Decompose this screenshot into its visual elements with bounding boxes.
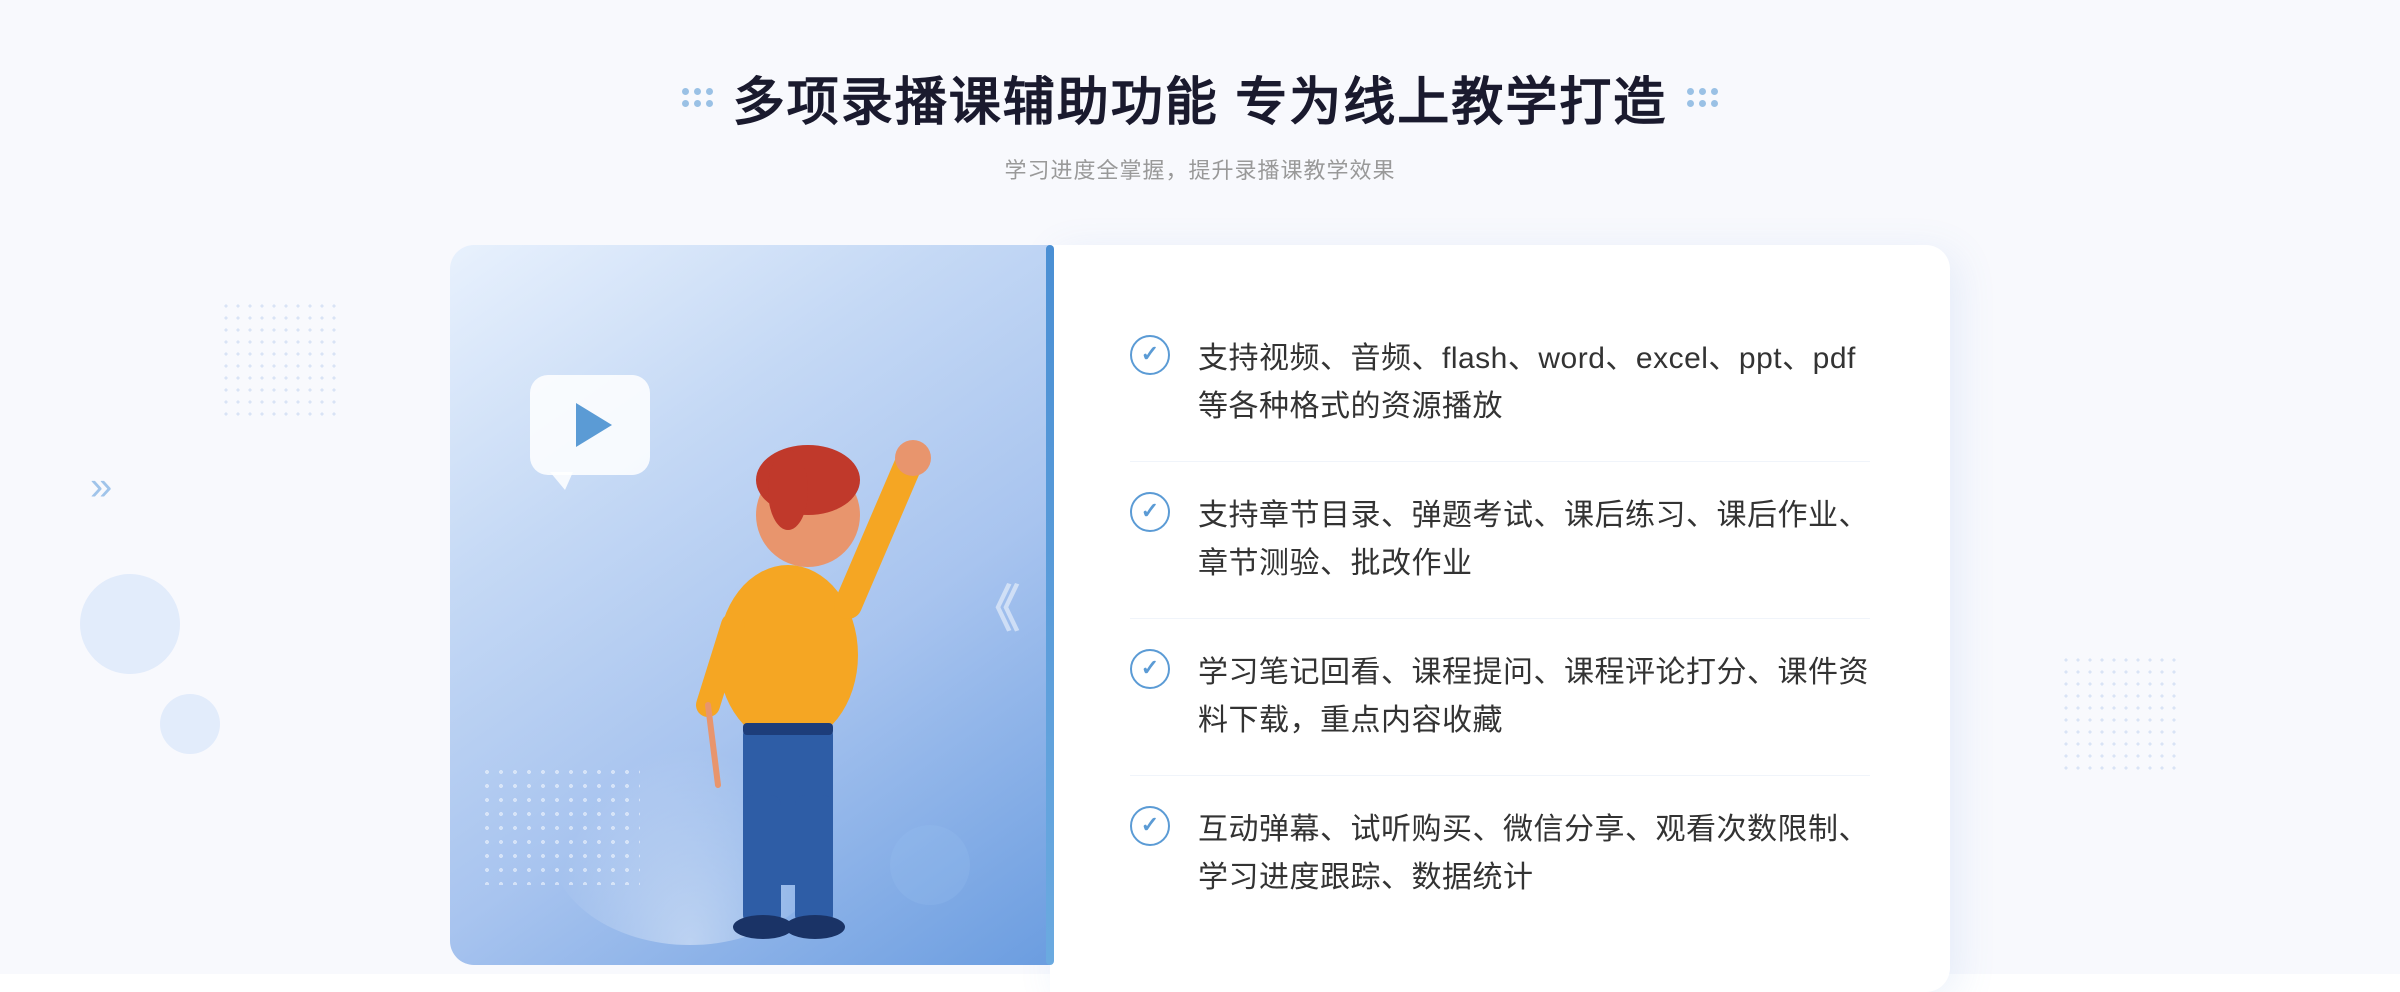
tdot bbox=[1687, 100, 1694, 107]
feature-text-3: 学习笔记回看、课程提问、课程评论打分、课件资料下载，重点内容收藏 bbox=[1198, 649, 1870, 745]
deco-circle-1 bbox=[80, 574, 180, 674]
tdot bbox=[1699, 88, 1706, 95]
check-circle-3: ✓ bbox=[1130, 649, 1170, 689]
page-container: » 多项录播课辅助功能 专为线上教学打造 bbox=[0, 0, 2400, 974]
check-circle-4: ✓ bbox=[1130, 806, 1170, 846]
tdot bbox=[706, 100, 713, 107]
check-icon-4: ✓ bbox=[1141, 812, 1159, 838]
feature-text-2: 支持章节目录、弹题考试、课后练习、课后作业、章节测验、批改作业 bbox=[1198, 492, 1870, 588]
tdot bbox=[682, 88, 689, 95]
feature-text-4: 互动弹幕、试听购买、微信分享、观看次数限制、学习进度跟踪、数据统计 bbox=[1198, 806, 1870, 902]
feature-item-4: ✓ 互动弹幕、试听购买、微信分享、观看次数限制、学习进度跟踪、数据统计 bbox=[1130, 776, 1870, 932]
title-deco-left bbox=[682, 88, 713, 107]
tdot bbox=[694, 88, 701, 95]
main-title: 多项录播课辅助功能 专为线上教学打造 bbox=[733, 60, 1667, 135]
subtitle: 学习进度全掌握，提升录播课教学效果 bbox=[682, 153, 1718, 185]
deco-arrows-left: » bbox=[90, 465, 112, 510]
title-deco-right bbox=[1687, 88, 1718, 107]
deco-circle-2 bbox=[160, 694, 220, 754]
check-icon-3: ✓ bbox=[1141, 655, 1159, 681]
feature-item-1: ✓ 支持视频、音频、flash、word、excel、ppt、pdf等各种格式的… bbox=[1130, 305, 1870, 462]
feature-text-1: 支持视频、音频、flash、word、excel、ppt、pdf等各种格式的资源… bbox=[1198, 335, 1870, 431]
person-illustration bbox=[598, 365, 978, 965]
check-circle-2: ✓ bbox=[1130, 492, 1170, 532]
check-circle-1: ✓ bbox=[1130, 335, 1170, 375]
tdot bbox=[682, 100, 689, 107]
tdot bbox=[1687, 88, 1694, 95]
tdot bbox=[1711, 100, 1718, 107]
tdot bbox=[706, 88, 713, 95]
title-wrapper: 多项录播课辅助功能 专为线上教学打造 bbox=[682, 60, 1718, 135]
check-icon-2: ✓ bbox=[1141, 498, 1159, 524]
info-panel: ✓ 支持视频、音频、flash、word、excel、ppt、pdf等各种格式的… bbox=[1050, 245, 1950, 992]
dots-decoration-left bbox=[220, 300, 340, 420]
feature-item-3: ✓ 学习笔记回看、课程提问、课程评论打分、课件资料下载，重点内容收藏 bbox=[1130, 619, 1870, 776]
illustration-section: 《 bbox=[450, 245, 1050, 965]
feature-item-2: ✓ 支持章节目录、弹题考试、课后练习、课后作业、章节测验、批改作业 bbox=[1130, 462, 1870, 619]
content-area: 《 bbox=[450, 245, 1950, 992]
tdot bbox=[1711, 88, 1718, 95]
check-icon-1: ✓ bbox=[1141, 341, 1159, 367]
header-section: 多项录播课辅助功能 专为线上教学打造 学习进度全掌握，提升录播课教学效果 bbox=[682, 60, 1718, 185]
tdot bbox=[1699, 100, 1706, 107]
accent-bar bbox=[1046, 245, 1054, 965]
dots-decoration-right bbox=[2060, 654, 2180, 774]
tdot bbox=[694, 100, 701, 107]
